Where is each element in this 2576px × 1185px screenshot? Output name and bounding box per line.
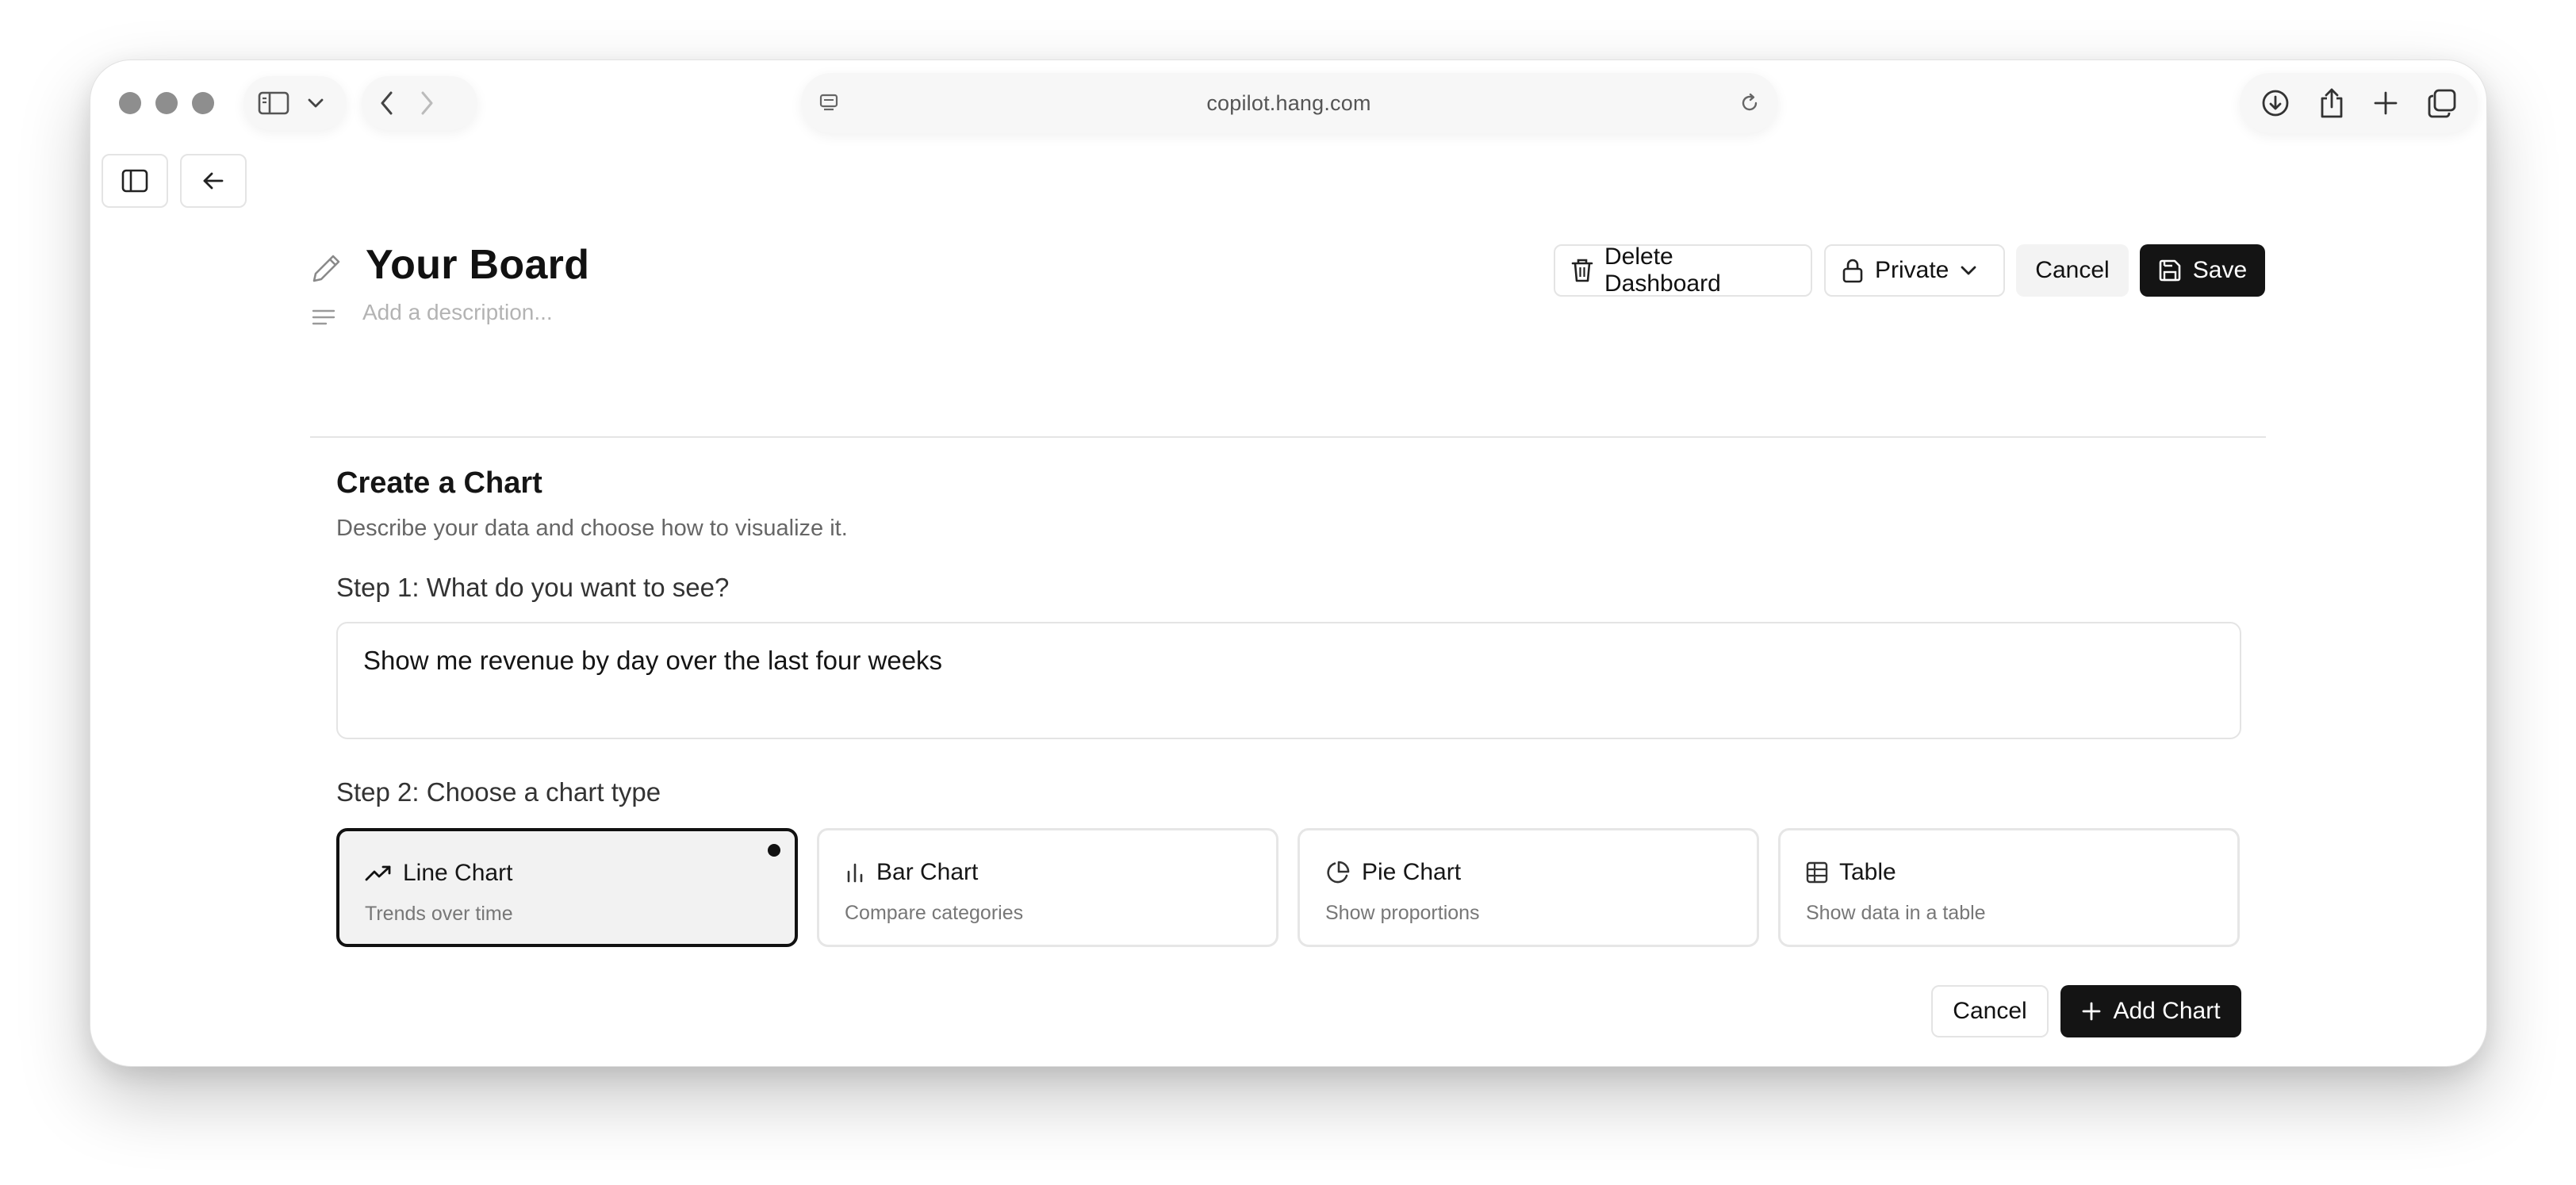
bar-chart-icon <box>845 862 865 883</box>
add-chart-label: Add Chart <box>2113 998 2221 1024</box>
selected-indicator <box>768 844 780 857</box>
step1-label: Step 1: What do you want to see? <box>336 573 730 602</box>
lock-icon <box>1842 258 1864 283</box>
visibility-dropdown[interactable]: Private <box>1824 244 2005 297</box>
cancel-edit-button[interactable]: Cancel <box>2016 244 2129 297</box>
cancel-chart-button[interactable]: Cancel <box>1931 985 2049 1037</box>
pie-chart-icon <box>1325 860 1351 885</box>
chart-type-hint: Compare categories <box>845 902 1024 924</box>
create-chart-heading: Create a Chart <box>336 466 542 500</box>
trending-up-icon <box>365 865 392 882</box>
chart-type-name: Pie Chart <box>1362 859 1462 885</box>
panel-left-icon <box>121 169 148 193</box>
forward-icon[interactable] <box>419 90 435 116</box>
step2-label: Step 2: Choose a chart type <box>336 777 661 807</box>
tab-overview-icon[interactable] <box>2427 88 2457 118</box>
delete-dashboard-button[interactable]: Delete Dashboard <box>1554 244 1812 297</box>
page-settings-icon[interactable] <box>818 93 839 113</box>
description-field[interactable]: Add a description... <box>362 300 553 325</box>
back-button[interactable] <box>180 154 247 208</box>
table-icon <box>1806 861 1828 884</box>
back-icon[interactable] <box>379 90 395 116</box>
toggle-sidebar-button[interactable] <box>102 154 168 208</box>
save-label: Save <box>2192 257 2248 283</box>
delete-dashboard-label: Delete Dashboard <box>1604 244 1721 297</box>
chart-type-name: Line Chart <box>403 860 513 886</box>
chart-type-hint: Trends over time <box>365 903 513 925</box>
zoom-window-button[interactable] <box>192 92 214 114</box>
chart-type-hint: Show proportions <box>1325 902 1480 924</box>
url-text: copilot.hang.com <box>1206 90 1371 115</box>
chart-type-pie[interactable]: Pie Chart Show proportions <box>1298 828 1759 947</box>
trash-icon <box>1571 258 1593 283</box>
visibility-label: Private <box>1875 257 1949 283</box>
chart-type-bar[interactable]: Bar Chart Compare categories <box>817 828 1278 947</box>
browser-window: copilot.hang.com Your Board Add a descri… <box>90 59 2487 1067</box>
save-icon <box>2158 259 2182 282</box>
close-window-button[interactable] <box>119 92 141 114</box>
chart-type-name: Table <box>1839 859 1896 885</box>
download-icon[interactable] <box>2260 88 2290 118</box>
chart-type-name: Bar Chart <box>876 859 979 885</box>
chart-type-line[interactable]: Line Chart Trends over time <box>336 828 798 947</box>
address-bar[interactable]: copilot.hang.com <box>801 73 1778 133</box>
chevron-down-icon <box>1960 265 1977 276</box>
create-chart-subheading: Describe your data and choose how to vis… <box>336 516 848 541</box>
pencil-icon[interactable] <box>311 252 343 284</box>
section-divider <box>310 436 2266 438</box>
new-tab-icon[interactable] <box>2373 90 2398 116</box>
plus-icon <box>2081 1001 2102 1022</box>
chart-type-hint: Show data in a table <box>1806 902 1986 924</box>
sidebar-controls <box>243 76 347 130</box>
chevron-down-icon[interactable] <box>307 98 324 109</box>
add-chart-button[interactable]: Add Chart <box>2060 985 2241 1037</box>
save-button[interactable]: Save <box>2140 244 2265 297</box>
share-icon[interactable] <box>2319 87 2344 119</box>
chart-query-input[interactable]: Show me revenue by day over the last fou… <box>336 622 2241 739</box>
chart-type-table[interactable]: Table Show data in a table <box>1778 828 2240 947</box>
sidebar-icon[interactable] <box>258 90 289 116</box>
board-title[interactable]: Your Board <box>366 241 589 289</box>
arrow-left-icon <box>201 171 225 191</box>
minimize-window-button[interactable] <box>155 92 178 114</box>
browser-actions <box>2240 73 2478 133</box>
text-align-icon <box>312 308 335 327</box>
reload-icon[interactable] <box>1738 92 1761 114</box>
history-navigation <box>362 76 477 130</box>
window-controls <box>119 92 214 114</box>
